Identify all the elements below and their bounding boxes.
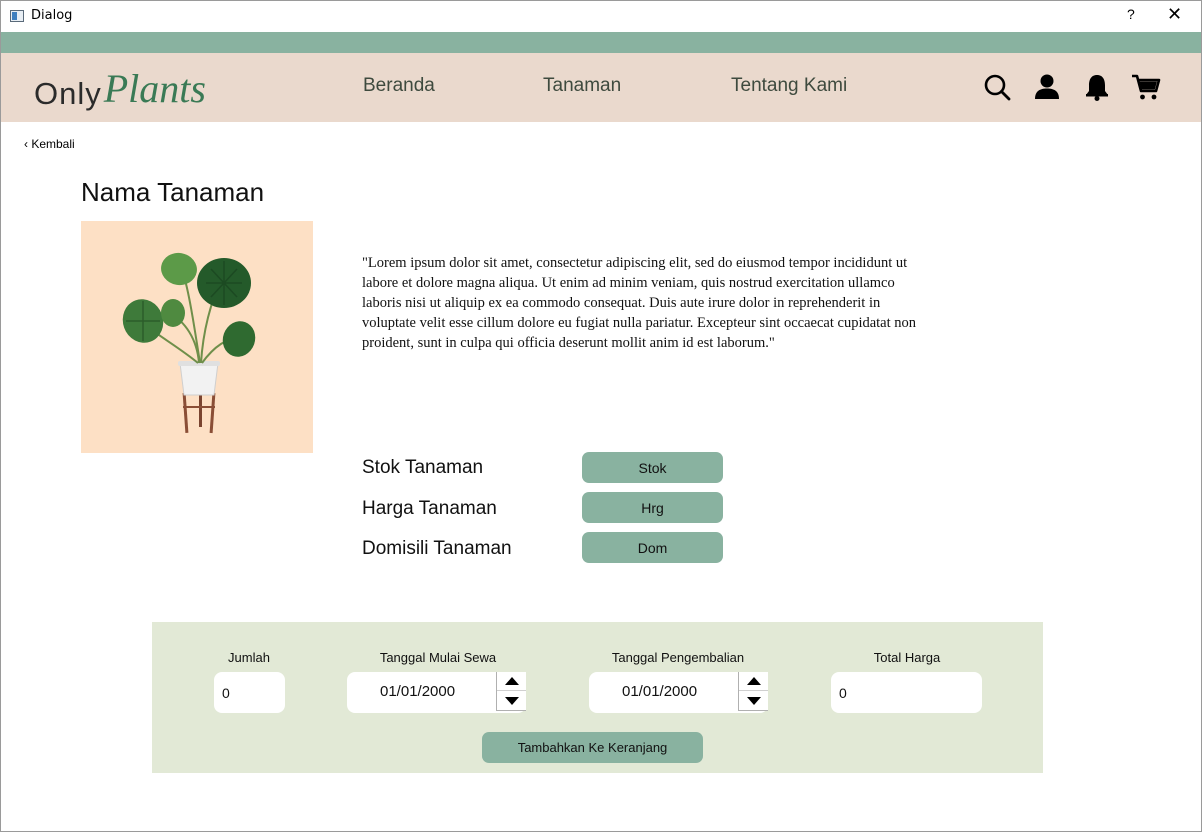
nav-beranda[interactable]: Beranda <box>363 75 435 97</box>
tanggal-mulai-up-arrow-icon[interactable] <box>497 672 526 691</box>
nav-tanaman[interactable]: Tanaman <box>543 75 621 97</box>
top-accent-strip <box>1 32 1201 53</box>
harga-label: Harga Tanaman <box>362 498 497 519</box>
plant-image <box>81 221 313 453</box>
order-panel: Jumlah Tanggal Mulai Sewa Tanggal Pengem… <box>152 622 1043 773</box>
title-bar: Dialog ? ✕ <box>1 1 1201 32</box>
jumlah-input[interactable]: 0 <box>214 672 285 713</box>
close-button[interactable]: ✕ <box>1167 4 1182 25</box>
navbar: Only Plants Beranda Tanaman Tentang Kami <box>1 53 1201 122</box>
tanggal-pengembalian-spinner <box>738 672 768 711</box>
tanggal-pengembalian-input[interactable]: 01/01/2000 <box>589 672 768 713</box>
total-harga-input[interactable]: 0 <box>831 672 982 713</box>
search-icon[interactable] <box>982 72 1012 102</box>
stok-value-button[interactable]: Stok <box>582 452 723 483</box>
logo-text-only: Only <box>34 76 102 111</box>
tanggal-mulai-label: Tanggal Mulai Sewa <box>379 650 497 665</box>
tanggal-mulai-spinner <box>496 672 526 711</box>
add-to-cart-button[interactable]: Tambahkan Ke Keranjang <box>482 732 703 763</box>
logo-text-plants: Plants <box>103 66 206 111</box>
nav-tentang-kami[interactable]: Tentang Kami <box>731 75 847 97</box>
help-button[interactable]: ? <box>1127 6 1135 22</box>
total-harga-label: Total Harga <box>873 650 941 665</box>
stok-label: Stok Tanaman <box>362 457 484 478</box>
dialog-window: Dialog ? ✕ Only Plants Beranda Tanaman T… <box>0 0 1202 832</box>
domisili-value-button[interactable]: Dom <box>582 532 723 563</box>
jumlah-label: Jumlah <box>228 650 270 665</box>
plant-description: "Lorem ipsum dolor sit amet, consectetur… <box>362 255 917 351</box>
app-icon <box>10 10 24 22</box>
domisili-label: Domisili Tanaman <box>362 538 512 559</box>
harga-value-button[interactable]: Hrg <box>582 492 723 523</box>
tanggal-pengembalian-label: Tanggal Pengembalian <box>611 650 745 665</box>
tanggal-pengembalian-up-arrow-icon[interactable] <box>739 672 768 691</box>
user-icon[interactable] <box>1032 72 1062 102</box>
tanggal-mulai-down-arrow-icon[interactable] <box>497 691 526 710</box>
tanggal-mulai-value: 01/01/2000 <box>380 683 456 700</box>
tanggal-pengembalian-down-arrow-icon[interactable] <box>739 691 768 710</box>
bell-icon[interactable] <box>1082 72 1112 102</box>
cart-icon[interactable] <box>1131 72 1161 102</box>
back-link[interactable]: ‹ Kembali <box>24 137 75 151</box>
tanggal-pengembalian-value: 01/01/2000 <box>622 683 698 700</box>
window-title: Dialog <box>31 8 73 23</box>
logo: Only Plants <box>34 65 206 111</box>
page-title: Nama Tanaman <box>81 177 265 207</box>
tanggal-mulai-input[interactable]: 01/01/2000 <box>347 672 526 713</box>
